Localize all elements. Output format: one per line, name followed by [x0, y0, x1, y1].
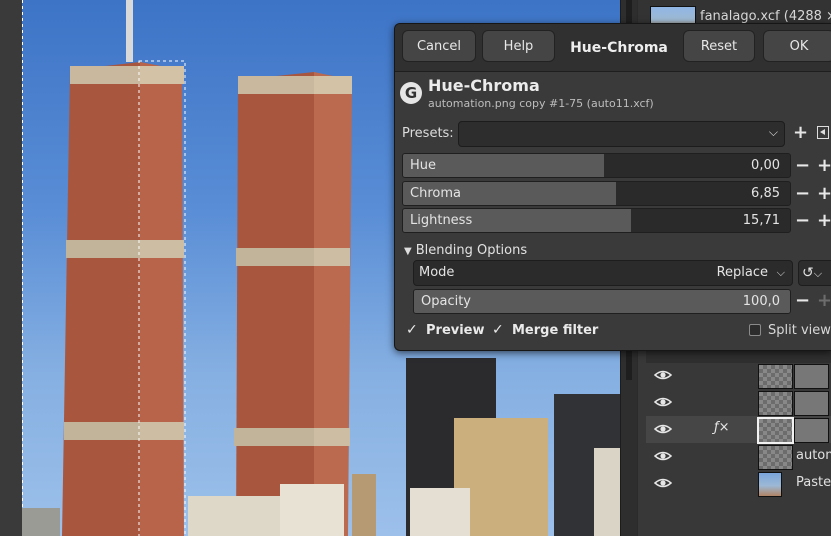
image-tab-label: fanalago.xcf (4288 × — [700, 9, 831, 24]
tool-title: Hue-Chroma — [428, 76, 540, 95]
merge-filter-label[interactable]: Merge filter — [512, 323, 598, 338]
layer-row[interactable] — [646, 389, 831, 416]
preview-label[interactable]: Preview — [426, 323, 485, 338]
lightness-slider[interactable]: Lightness 15,71 — [402, 208, 791, 233]
mode-value: Replace — [716, 265, 768, 280]
presets-combo[interactable]: ⌵ — [458, 121, 785, 147]
slider-label: Hue — [410, 158, 437, 173]
mode-combo[interactable]: Mode Replace ⌵ — [413, 260, 793, 286]
add-preset-icon[interactable]: + — [793, 123, 808, 143]
slider-value: 6,85 — [751, 186, 780, 201]
eye-icon[interactable] — [654, 475, 672, 491]
layer-row-selected[interactable]: ƒ× — [646, 416, 831, 444]
blending-options-expander[interactable]: ▼ Blending Options — [404, 243, 527, 258]
chevron-down-icon: ⌵ — [813, 267, 823, 280]
layer-mask-thumbnail — [794, 391, 829, 416]
preview-checkbox[interactable]: ✓ — [406, 323, 420, 337]
layer-thumbnail — [758, 472, 782, 497]
help-button[interactable]: Help — [482, 30, 555, 62]
split-view-checkbox[interactable] — [749, 324, 761, 336]
split-view-label[interactable]: Split view — [768, 323, 831, 338]
eye-icon[interactable] — [654, 394, 672, 410]
reset-arrow-icon: ↺ — [802, 265, 814, 281]
layer-thumbnail — [758, 445, 793, 470]
chevron-down-icon: ⌵ — [776, 266, 785, 279]
decrement-lightness-icon[interactable]: − — [795, 211, 810, 231]
blending-options-label: Blending Options — [415, 243, 528, 258]
presets-label: Presets: — [402, 126, 454, 141]
increment-hue-icon[interactable]: + — [817, 156, 831, 176]
decrement-opacity-icon[interactable]: − — [795, 291, 810, 311]
layer-thumbnail — [758, 391, 793, 416]
increment-chroma-icon[interactable]: + — [817, 184, 831, 204]
decrement-chroma-icon[interactable]: − — [795, 184, 810, 204]
layer-thumbnail — [757, 417, 794, 444]
opacity-slider[interactable]: Opacity 100,0 — [413, 289, 791, 314]
eye-icon[interactable] — [654, 367, 672, 383]
dialog-header-bar: Cancel Help Hue-Chroma Reset OK — [395, 24, 831, 72]
left-tower — [62, 62, 184, 536]
layer-row[interactable] — [646, 362, 831, 389]
layer-mask-thumbnail — [794, 364, 829, 389]
mode-label: Mode — [419, 265, 455, 280]
presets-menu-icon[interactable] — [817, 126, 829, 139]
eye-icon[interactable] — [654, 421, 672, 437]
slider-value: 100,0 — [742, 294, 780, 309]
right-tower — [234, 72, 352, 536]
slider-label: Chroma — [410, 186, 461, 201]
antenna — [126, 0, 133, 62]
hue-chroma-dialog: Cancel Help Hue-Chroma Reset OK G Hue-Ch… — [394, 23, 831, 351]
layer-name[interactable]: autom — [796, 448, 831, 463]
slider-label: Lightness — [410, 213, 473, 228]
increment-lightness-icon[interactable]: + — [817, 211, 831, 231]
gimp-logo-icon: G — [400, 82, 422, 104]
reset-button[interactable]: Reset — [683, 30, 755, 62]
dialog-title: Hue-Chroma — [570, 39, 668, 56]
cancel-button[interactable]: Cancel — [402, 30, 476, 62]
increment-opacity-icon: + — [817, 290, 831, 311]
ok-button[interactable]: OK — [763, 30, 831, 62]
decrement-hue-icon[interactable]: − — [795, 156, 810, 176]
slider-value: 0,00 — [751, 158, 780, 173]
canvas-left-gutter — [0, 0, 22, 536]
effects-icon[interactable]: ƒ× — [714, 420, 729, 435]
layer-name[interactable]: Pasted — [796, 475, 831, 490]
tool-subtitle: automation.png copy #1-75 (auto11.xcf) — [428, 97, 654, 110]
layer-row[interactable]: autom — [646, 443, 831, 470]
layer-row[interactable]: Pasted — [646, 470, 831, 497]
chevron-down-icon: ▼ — [404, 246, 412, 257]
merge-filter-checkbox[interactable]: ✓ — [492, 323, 506, 337]
chroma-slider[interactable]: Chroma 6,85 — [402, 181, 791, 206]
composite-mode-button[interactable]: ↺⌵ — [798, 260, 831, 286]
hue-slider[interactable]: Hue 0,00 — [402, 153, 791, 178]
slider-label: Opacity — [421, 294, 472, 309]
chevron-down-icon: ⌵ — [768, 125, 778, 139]
layer-thumbnail — [758, 364, 793, 389]
eye-icon[interactable] — [654, 448, 672, 464]
slider-value: 15,71 — [742, 213, 780, 228]
layer-mask-thumbnail — [794, 418, 829, 443]
